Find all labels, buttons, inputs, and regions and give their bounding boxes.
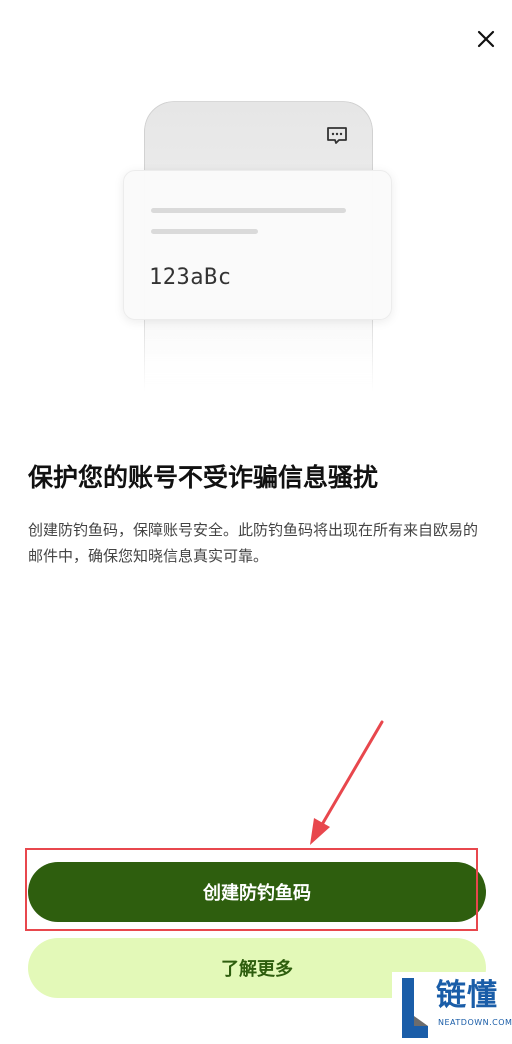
close-icon [477,30,495,48]
watermark-logo-icon [402,978,428,1038]
placeholder-line [151,229,258,234]
watermark-site: NEATDOWN.COM [438,1018,512,1027]
anti-phishing-code-sample: 123aBc [149,265,232,290]
page-title: 保护您的账号不受诈骗信息骚扰 [28,463,379,492]
placeholder-line [151,208,346,213]
page-description: 创建防钓鱼码，保障账号安全。此防钓鱼码将出现在所有来自欧易的邮件中，确保您知晓信… [28,521,479,565]
watermark: 链懂 NEATDOWN.COM [392,972,512,1044]
close-button[interactable] [471,24,501,54]
message-icon [326,126,348,146]
create-anti-phishing-code-button[interactable]: 创建防钓鱼码 [28,862,486,922]
anti-phishing-code-card: 123aBc [123,170,392,320]
watermark-brand: 链懂 [436,978,498,1013]
